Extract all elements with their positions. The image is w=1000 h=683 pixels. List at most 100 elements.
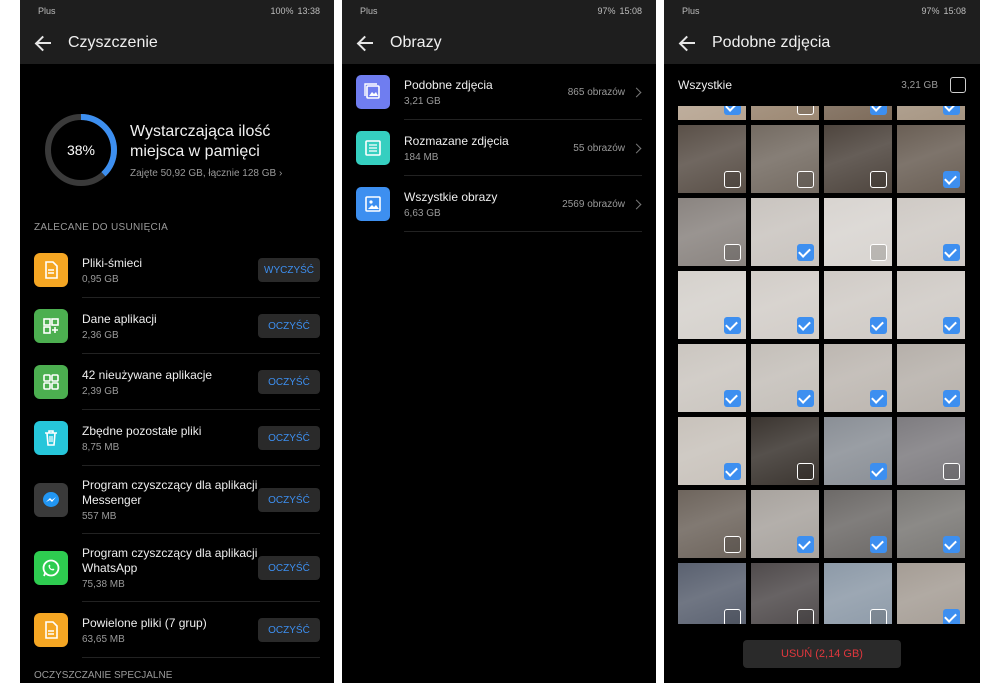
- photo-thumbnail[interactable]: [897, 125, 965, 193]
- cleanup-row[interactable]: Program czyszczący dla aplikacji WhatsAp…: [20, 534, 334, 602]
- photo-thumbnail[interactable]: [678, 198, 746, 266]
- photo-checkbox[interactable]: [724, 317, 741, 334]
- photo-checkbox[interactable]: [797, 317, 814, 334]
- photo-checkbox[interactable]: [943, 390, 960, 407]
- photo-checkbox[interactable]: [943, 609, 960, 624]
- album-count: 2569 obrazów: [562, 198, 625, 210]
- photo-thumbnail[interactable]: [897, 344, 965, 412]
- photo-checkbox[interactable]: [943, 463, 960, 480]
- photo-thumbnail[interactable]: [897, 563, 965, 624]
- cleanup-row-size: 557 MB: [82, 511, 117, 522]
- photo-thumbnail[interactable]: [751, 490, 819, 558]
- cleanup-row[interactable]: Zbędne pozostałe pliki 8,75 MB OCZYŚĆ: [20, 410, 334, 466]
- photo-thumbnail[interactable]: [824, 106, 892, 120]
- photo-thumbnail[interactable]: [678, 417, 746, 485]
- clean-button[interactable]: OCZYŚĆ: [258, 618, 320, 642]
- photo-thumbnail[interactable]: [751, 271, 819, 339]
- album-row[interactable]: Podobne zdjęcia 3,21 GB 865 obrazów: [342, 64, 656, 120]
- clean-button[interactable]: OCZYŚĆ: [258, 370, 320, 394]
- storage-summary[interactable]: 38% Wystarczająca ilość miejsca w pamięc…: [20, 64, 334, 204]
- cleanup-row[interactable]: Dane aplikacji 2,36 GB OCZYŚĆ: [20, 298, 334, 354]
- album-row[interactable]: Rozmazane zdjęcia 184 MB 55 obrazów: [342, 120, 656, 176]
- photo-thumbnail[interactable]: [678, 106, 746, 120]
- photo-thumbnail[interactable]: [824, 563, 892, 624]
- photo-thumbnail[interactable]: [751, 198, 819, 266]
- photo-thumbnail[interactable]: [897, 417, 965, 485]
- photo-checkbox[interactable]: [724, 244, 741, 261]
- photo-checkbox[interactable]: [870, 536, 887, 553]
- clean-button[interactable]: OCZYŚĆ: [258, 556, 320, 580]
- photo-checkbox[interactable]: [870, 390, 887, 407]
- photo-checkbox[interactable]: [870, 244, 887, 261]
- photo-checkbox[interactable]: [724, 171, 741, 188]
- cleanup-row[interactable]: Program czyszczący dla aplikacji Messeng…: [20, 466, 334, 534]
- select-all-checkbox[interactable]: [950, 77, 966, 93]
- photo-checkbox[interactable]: [870, 609, 887, 624]
- photo-thumbnail[interactable]: [751, 563, 819, 624]
- photo-thumbnail[interactable]: [678, 344, 746, 412]
- photo-thumbnail[interactable]: [824, 125, 892, 193]
- photo-checkbox[interactable]: [870, 463, 887, 480]
- cleanup-row-size: 0,95 GB: [82, 273, 119, 285]
- carrier-label: Plus: [682, 6, 700, 16]
- photo-thumbnail[interactable]: [751, 417, 819, 485]
- photo-checkbox[interactable]: [724, 390, 741, 407]
- album-count: 865 obrazów: [567, 86, 625, 98]
- album-size: 3,21 GB: [404, 95, 441, 107]
- photo-checkbox[interactable]: [724, 463, 741, 480]
- photo-thumbnail[interactable]: [824, 198, 892, 266]
- photo-checkbox[interactable]: [797, 536, 814, 553]
- photo-checkbox[interactable]: [724, 609, 741, 624]
- photo-checkbox[interactable]: [870, 171, 887, 188]
- photo-checkbox[interactable]: [797, 390, 814, 407]
- photo-thumbnail[interactable]: [897, 198, 965, 266]
- photo-thumbnail[interactable]: [751, 125, 819, 193]
- photo-checkbox[interactable]: [797, 463, 814, 480]
- photo-checkbox[interactable]: [724, 106, 741, 115]
- photo-checkbox[interactable]: [870, 317, 887, 334]
- photo-thumbnail[interactable]: [824, 490, 892, 558]
- photo-checkbox[interactable]: [943, 171, 960, 188]
- photo-checkbox[interactable]: [797, 171, 814, 188]
- photo-checkbox[interactable]: [724, 536, 741, 553]
- photo-thumbnail[interactable]: [824, 417, 892, 485]
- photo-thumbnail[interactable]: [751, 344, 819, 412]
- back-arrow-icon[interactable]: [356, 33, 376, 53]
- select-all-label: Wszystkie: [678, 78, 732, 92]
- select-all-row[interactable]: Wszystkie 3,21 GB: [664, 64, 980, 106]
- photo-thumbnail[interactable]: [678, 563, 746, 624]
- clean-button[interactable]: WYCZYŚĆ: [258, 258, 320, 282]
- album-row[interactable]: Wszystkie obrazy 6,63 GB 2569 obrazów: [342, 176, 656, 232]
- photo-thumbnail[interactable]: [897, 271, 965, 339]
- photo-thumbnail[interactable]: [678, 490, 746, 558]
- clean-button[interactable]: OCZYŚĆ: [258, 314, 320, 338]
- photo-checkbox[interactable]: [797, 244, 814, 261]
- clean-button[interactable]: OCZYŚĆ: [258, 426, 320, 450]
- photo-thumbnail[interactable]: [751, 106, 819, 120]
- cleanup-row-size: 75,38 MB: [82, 579, 125, 590]
- back-arrow-icon[interactable]: [34, 33, 54, 53]
- photo-checkbox[interactable]: [943, 317, 960, 334]
- photo-thumbnail[interactable]: [897, 106, 965, 120]
- photo-thumbnail[interactable]: [824, 271, 892, 339]
- photo-checkbox[interactable]: [943, 106, 960, 115]
- app-bar: Obrazy: [342, 22, 656, 64]
- photo-thumbnail[interactable]: [897, 490, 965, 558]
- photo-checkbox[interactable]: [943, 536, 960, 553]
- photo-thumbnail[interactable]: [824, 344, 892, 412]
- back-arrow-icon[interactable]: [678, 33, 698, 53]
- photo-checkbox[interactable]: [943, 244, 960, 261]
- photo-thumbnail[interactable]: [678, 125, 746, 193]
- cleanup-row[interactable]: Powielone pliki (7 grup) 63,65 MB OCZYŚĆ: [20, 602, 334, 658]
- cleanup-row[interactable]: 42 nieużywane aplikacje 2,39 GB OCZYŚĆ: [20, 354, 334, 410]
- clean-button[interactable]: OCZYŚĆ: [258, 488, 320, 512]
- section-special: OCZYSZCZANIE SPECJALNE: [34, 670, 173, 681]
- cleanup-row[interactable]: Pliki-śmieci 0,95 GB WYCZYŚĆ: [20, 242, 334, 298]
- photo-checkbox[interactable]: [870, 106, 887, 115]
- photo-checkbox[interactable]: [797, 609, 814, 624]
- delete-button[interactable]: USUŃ (2,14 GB): [743, 640, 901, 668]
- photo-thumbnail[interactable]: [678, 271, 746, 339]
- storage-title: Wystarczająca ilość miejsca w pamięci: [130, 122, 271, 160]
- album-name: Podobne zdjęcia: [404, 77, 493, 92]
- photo-checkbox[interactable]: [797, 106, 814, 115]
